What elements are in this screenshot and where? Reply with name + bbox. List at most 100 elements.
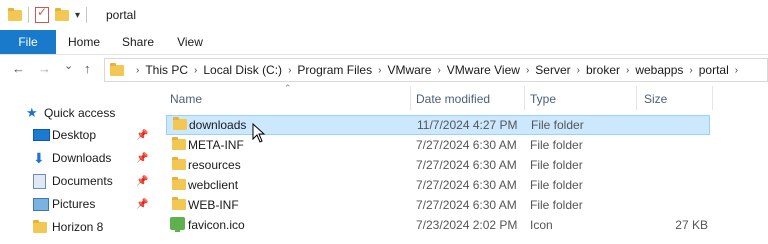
file-row-resources[interactable]: resources 7/27/2024 6:30 AM File folder [160,155,712,175]
column-divider[interactable] [524,86,525,110]
up-arrow-icon[interactable]: ↑ [84,61,91,76]
column-header-name[interactable]: Name [170,92,202,106]
column-headers: ⌃ Name Date modified Type Size [160,83,768,112]
column-header-size[interactable]: Size [644,92,667,106]
file-row-favicon[interactable]: favicon.ico 7/23/2024 2:02 PM Icon 27 KB [160,215,712,235]
breadcrumb-webapps[interactable]: webapps [635,63,683,77]
file-type: Icon [530,218,553,232]
chevron-right-icon[interactable]: › [526,65,529,76]
chevron-right-icon[interactable]: › [735,65,738,76]
title-bar: ▾ portal [0,0,768,30]
sidebar-item-label: Desktop [52,128,97,142]
sidebar-item-label: Quick access [44,106,116,120]
file-date: 7/23/2024 2:02 PM [416,218,518,232]
tab-share[interactable]: Share [116,30,160,54]
file-row-downloads[interactable]: downloads 11/7/2024 4:27 PM File folder [166,115,710,135]
favicon-icon [170,217,185,232]
properties-icon[interactable] [35,5,49,23]
tab-home[interactable]: Home [62,30,106,54]
mouse-pointer-icon [252,123,266,143]
address-bar[interactable]: › This PC › Local Disk (C:) › Program Fi… [104,58,768,82]
file-type: File folder [530,198,583,212]
file-row-meta-inf[interactable]: META-INF 7/27/2024 6:30 AM File folder [160,135,712,155]
breadcrumb-local-disk[interactable]: Local Disk (C:) [203,63,282,77]
file-date: 7/27/2024 6:30 AM [416,158,517,172]
chevron-right-icon[interactable]: › [378,65,381,76]
folder-icon [172,137,186,150]
sidebar-item-quick-access[interactable]: ★ Quick access [0,103,158,123]
folder-icon [110,62,124,76]
column-divider[interactable] [410,86,411,110]
folder-icon [172,197,186,210]
quick-access-toolbar: ▾ [8,5,88,23]
folder-icon [172,157,186,170]
folder-icon [173,117,187,130]
column-divider[interactable] [712,86,713,110]
chevron-right-icon[interactable]: › [437,65,440,76]
back-arrow-icon[interactable]: ← [12,61,25,76]
separator [28,7,29,23]
sidebar-item-downloads[interactable]: ⬇ Downloads 📌 [0,148,158,168]
sort-ascending-icon: ⌃ [284,83,292,93]
pin-icon[interactable]: 📌 [136,130,148,141]
file-row-webclient[interactable]: webclient 7/27/2024 6:30 AM File folder [160,175,712,195]
pin-icon[interactable]: 📌 [136,199,148,210]
sidebar-item-documents[interactable]: Documents 📌 [0,171,158,191]
sidebar-item-horizon-8[interactable]: Horizon 8 [0,217,158,237]
breadcrumb-server[interactable]: Server [535,63,570,77]
file-size: 27 KB [675,218,708,232]
tab-view[interactable]: View [170,30,210,54]
chevron-right-icon[interactable]: › [626,65,629,76]
file-type: File folder [531,118,584,132]
sidebar-item-label: Downloads [52,151,112,165]
chevron-right-icon[interactable]: › [288,65,291,76]
navigation-bar: ← → ⌄ ↑ › This PC › Local Disk (C:) › Pr… [0,55,768,83]
file-date: 11/7/2024 4:27 PM [417,118,518,132]
breadcrumb-vmware[interactable]: VMware [387,63,431,77]
column-divider[interactable] [636,86,637,110]
sidebar-item-label: Pictures [52,197,96,211]
chevron-right-icon[interactable]: › [577,65,580,76]
file-name: downloads [189,118,247,132]
file-type: File folder [530,138,583,152]
chevron-right-icon[interactable]: › [136,65,139,76]
file-row-web-inf[interactable]: WEB-INF 7/27/2024 6:30 AM File folder [160,195,712,215]
file-name: WEB-INF [188,198,239,212]
file-type: File folder [530,158,583,172]
forward-arrow-icon[interactable]: → [38,61,51,76]
breadcrumb-this-pc[interactable]: This PC [145,63,188,77]
file-date: 7/27/2024 6:30 AM [416,198,517,212]
customize-dropdown-icon[interactable]: ▾ [75,10,80,21]
file-name: favicon.ico [188,218,245,232]
sidebar-item-desktop[interactable]: Desktop 📌 [0,125,158,145]
new-folder-icon[interactable] [55,7,69,21]
breadcrumb-broker[interactable]: broker [586,63,620,77]
sidebar-item-pictures[interactable]: Pictures 📌 [0,194,158,214]
desktop-icon [33,129,50,141]
sidebar-item-label: Horizon 8 [52,220,104,234]
pin-icon[interactable]: 📌 [136,176,148,187]
star-icon: ★ [26,105,38,120]
ribbon: File Home Share View [0,30,768,55]
separator [86,7,88,23]
breadcrumb-portal[interactable]: portal [699,63,729,77]
documents-icon [33,173,46,189]
sidebar-item-label: Documents [52,174,113,188]
breadcrumb-program-files[interactable]: Program Files [297,63,372,77]
column-header-type[interactable]: Type [530,92,556,106]
folder-icon [8,7,22,21]
tab-file[interactable]: File [0,30,56,54]
folder-icon [33,219,47,233]
file-type: File folder [530,178,583,192]
pin-icon[interactable]: 📌 [136,153,148,164]
pictures-icon [33,197,49,211]
downloads-icon: ⬇ [33,149,45,166]
chevron-right-icon[interactable]: › [194,65,197,76]
breadcrumb-vmware-view[interactable]: VMware View [447,63,520,77]
column-header-date-modified[interactable]: Date modified [416,92,490,106]
file-name: webclient [188,178,239,192]
chevron-right-icon[interactable]: › [689,65,692,76]
recent-locations-icon[interactable]: ⌄ [64,59,73,72]
file-date: 7/27/2024 6:30 AM [416,178,517,192]
file-name: resources [188,158,241,172]
